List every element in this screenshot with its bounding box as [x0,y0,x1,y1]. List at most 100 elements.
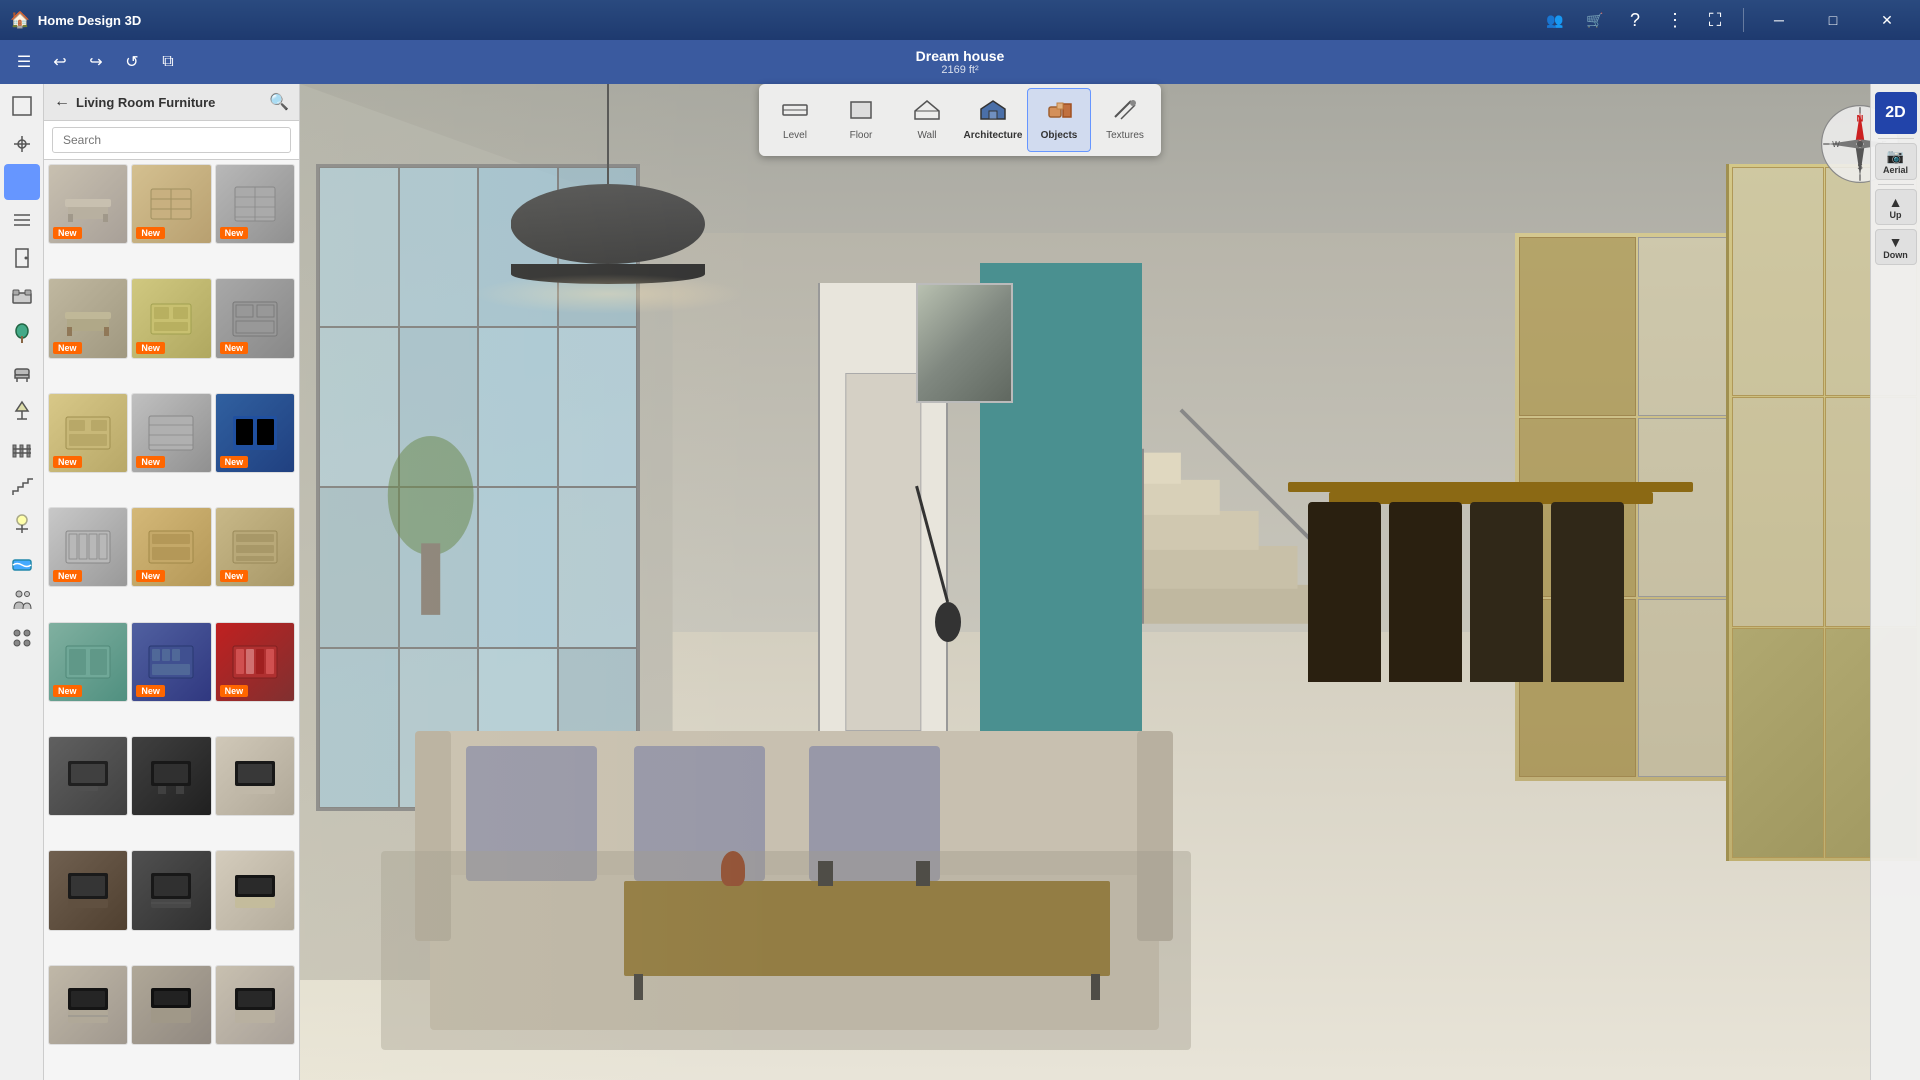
list-item[interactable] [48,850,128,930]
list-item[interactable]: New [131,278,211,358]
redo-button[interactable]: ↪ [80,46,112,78]
level-label: Level [783,130,807,141]
users-button[interactable]: 👥 [1539,4,1571,36]
list-item[interactable] [131,736,211,816]
project-area: 2169 ft² [916,64,1005,76]
list-item[interactable]: New [48,164,128,244]
objects-label: Objects [1041,130,1078,141]
list-item[interactable]: New [48,507,128,587]
menu-button[interactable]: ☰ [8,46,40,78]
list-item[interactable] [131,850,211,930]
svg-text:W: W [1832,140,1840,149]
sidebar-lamp[interactable] [4,392,40,428]
list-item[interactable] [215,736,295,816]
search-input[interactable] [52,127,291,153]
new-badge: New [136,685,165,697]
list-item[interactable]: New [48,393,128,473]
view-2d-button[interactable]: 2D [1875,92,1917,134]
new-badge: New [53,570,82,582]
list-item[interactable] [48,965,128,1045]
sidebar-plant[interactable] [4,316,40,352]
sidebar-fence[interactable] [4,430,40,466]
top-right-controls: 👥 🛒 ? ⋮ ⛶ ─ □ ✕ [1539,4,1910,36]
aerial-button[interactable]: 📷 Aerial [1875,143,1917,180]
sidebar-room[interactable] [4,88,40,124]
viewport[interactable]: N S W E 2D 📷 Aerial ▲ Up ▼ Down [300,84,1920,1080]
titlebar: 🏠 Home Design 3D 👥 🛒 ? ⋮ ⛶ ─ □ ✕ [0,0,1920,40]
panel-search-button[interactable]: 🔍 [269,92,289,112]
list-item[interactable]: New [131,393,211,473]
help-button[interactable]: ? [1619,4,1651,36]
svg-text:S: S [1857,163,1862,172]
mode-toolbar: Level Floor Wall Architecture Objects Te… [759,84,1161,156]
list-item[interactable]: New [215,622,295,702]
furniture-panel: ← Living Room Furniture 🔍 New New [44,84,300,1080]
divider [1878,138,1914,139]
mode-level[interactable]: Level [763,88,827,152]
aerial-label: Aerial [1883,165,1908,175]
history-button[interactable]: ↺ [116,46,148,78]
new-badge: New [220,570,249,582]
undo-button[interactable]: ↩ [44,46,76,78]
sidebar-misc[interactable] [4,620,40,656]
new-badge: New [53,685,82,697]
list-item[interactable]: New [131,164,211,244]
down-button[interactable]: ▼ Down [1875,229,1917,265]
close-button[interactable]: ✕ [1864,5,1910,35]
maximize-button[interactable]: □ [1810,5,1856,35]
new-badge: New [53,456,82,468]
list-item[interactable] [215,850,295,930]
down-icon: ▼ [1889,234,1903,250]
app-title: Home Design 3D [38,13,141,28]
project-info: Dream house 2169 ft² [916,48,1005,76]
sidebar-chair[interactable] [4,354,40,390]
textures-label: Textures [1106,130,1144,141]
sidebar-stairs[interactable] [4,468,40,504]
mode-objects[interactable]: Objects [1027,88,1091,152]
panel-back-button[interactable]: ← [54,93,70,111]
app-icon: 🏠 [10,10,30,30]
sidebar-sleep[interactable] [4,278,40,314]
more-button[interactable]: ⋮ [1659,4,1691,36]
fullscreen-button[interactable]: ⛶ [1699,4,1731,36]
duplicate-button[interactable]: ⧉ [152,46,184,78]
sidebar-pool[interactable] [4,544,40,580]
project-name: Dream house [916,48,1005,64]
list-item[interactable]: New [131,622,211,702]
sidebar-door[interactable] [4,240,40,276]
floor-label: Floor [850,130,873,141]
mode-wall[interactable]: Wall [895,88,959,152]
minimize-button[interactable]: ─ [1756,5,1802,35]
list-item[interactable]: New [48,278,128,358]
sidebar-people[interactable] [4,582,40,618]
down-label: Down [1883,250,1908,260]
list-item[interactable] [131,965,211,1045]
sidebar-outdoor[interactable] [4,506,40,542]
mode-floor[interactable]: Floor [829,88,893,152]
wall-label: Wall [917,130,936,141]
list-item[interactable]: New [131,507,211,587]
new-badge: New [136,456,165,468]
up-button[interactable]: ▲ Up [1875,189,1917,225]
list-item[interactable]: New [48,622,128,702]
sidebar-objects[interactable] [4,164,40,200]
main-area: ← Living Room Furniture 🔍 New New [0,84,1920,1080]
shop-button[interactable]: 🛒 [1579,4,1611,36]
list-item[interactable] [215,965,295,1045]
list-item[interactable] [48,736,128,816]
mode-textures[interactable]: Textures [1093,88,1157,152]
list-item[interactable]: New [215,393,295,473]
list-item[interactable]: New [215,164,295,244]
mode-architecture[interactable]: Architecture [961,88,1025,152]
sidebar-design[interactable] [4,126,40,162]
list-item[interactable]: New [215,278,295,358]
new-badge: New [220,456,249,468]
new-badge: New [220,685,249,697]
sidebar-layers[interactable] [4,202,40,238]
new-badge: New [53,342,82,354]
new-badge: New [136,342,165,354]
list-item[interactable]: New [215,507,295,587]
toolbar: ☰ ↩ ↪ ↺ ⧉ Dream house 2169 ft² [0,40,1920,84]
new-badge: New [220,227,249,239]
panel-title: Living Room Furniture [76,95,263,110]
